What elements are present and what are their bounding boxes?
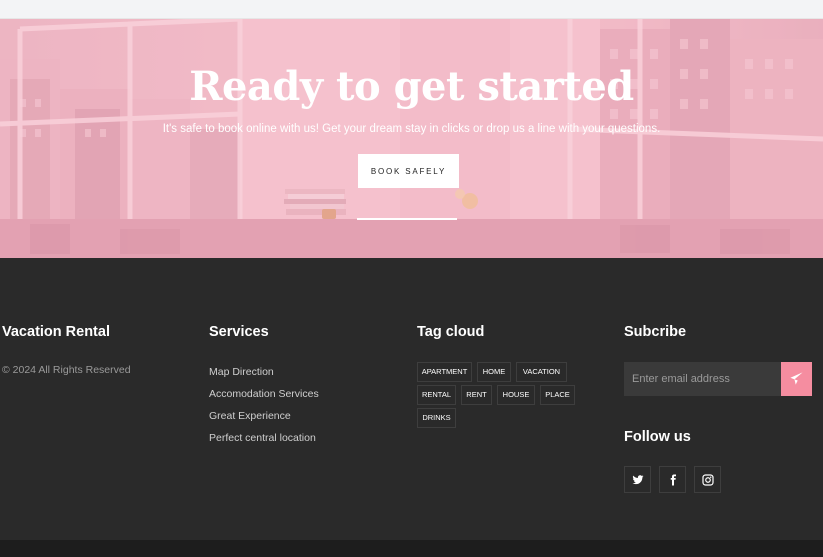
tag-rental[interactable]: RENTAL xyxy=(417,385,456,405)
tag-apartment[interactable]: APARTMENT xyxy=(417,362,472,382)
instagram-icon xyxy=(702,474,714,486)
hero-subtitle: It's safe to book online with us! Get yo… xyxy=(162,123,661,135)
tag-cloud-title: Tag cloud xyxy=(417,324,485,340)
services-title: Services xyxy=(209,324,269,340)
subscribe-title: Subcribe xyxy=(624,324,687,340)
twitter-button[interactable] xyxy=(624,466,651,493)
tag-home[interactable]: HOME xyxy=(477,362,511,382)
follow-us-title: Follow us xyxy=(624,429,691,445)
slide-indicator[interactable] xyxy=(357,218,457,220)
site-footer: Vacation Rental © 2024 All Rights Reserv… xyxy=(0,258,823,540)
copyright-text: © 2024 All Rights Reserved xyxy=(2,364,131,376)
tag-house[interactable]: HOUSE xyxy=(497,385,535,405)
instagram-button[interactable] xyxy=(694,466,721,493)
subscribe-send-button[interactable] xyxy=(781,362,812,396)
hero-overlay xyxy=(0,19,823,258)
book-safely-button[interactable]: BOOK SAFELY xyxy=(358,154,459,188)
facebook-button[interactable] xyxy=(659,466,686,493)
service-link-map-direction[interactable]: Map Direction xyxy=(209,366,274,378)
bottom-strip xyxy=(0,540,823,557)
service-link-great-experience[interactable]: Great Experience xyxy=(209,410,291,422)
service-link-central-location[interactable]: Perfect central location xyxy=(209,432,316,444)
tag-place[interactable]: PLACE xyxy=(540,385,575,405)
email-input[interactable] xyxy=(624,362,781,396)
tag-vacation[interactable]: VACATION xyxy=(516,362,567,382)
tag-rent[interactable]: RENT xyxy=(461,385,492,405)
facebook-icon xyxy=(670,474,676,486)
tag-drinks[interactable]: DRINKS xyxy=(417,408,456,428)
twitter-icon xyxy=(632,475,644,485)
service-link-accomodation[interactable]: Accomodation Services xyxy=(209,388,319,400)
brand-title: Vacation Rental xyxy=(2,324,110,340)
hero-section: Ready to get started It's safe to book o… xyxy=(0,19,823,258)
hero-title: Ready to get started xyxy=(189,63,634,110)
top-bar xyxy=(0,0,823,19)
paper-plane-icon xyxy=(790,372,803,385)
